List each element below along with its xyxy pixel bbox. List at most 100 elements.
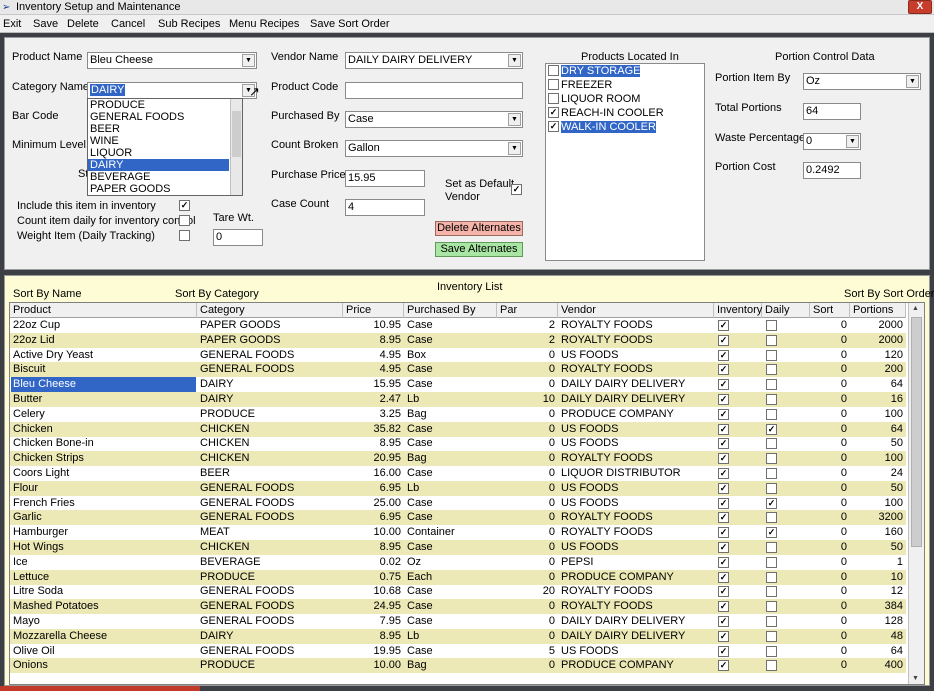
inventory-checkbox[interactable]: ✓ [718,379,729,391]
category-option[interactable]: BEVERAGE [88,171,229,183]
daily-checkbox[interactable] [766,616,777,627]
inventory-grid[interactable]: Product Category Price Purchased By Par Vendo… [9,302,925,685]
default-vendor-checkbox[interactable]: ✓ [511,184,522,195]
waste-percentage-combo[interactable]: 0 ▼ [803,133,861,150]
locations-list[interactable]: DRY STORAGE FREEZER LIQUOR ROOM ✓ REACH-I… [545,63,705,261]
table-row[interactable]: Onions PRODUCE 10.00 Bag 0 PRODUCE COMPANY 0 40… [10,658,906,674]
daily-checkbox[interactable] [766,379,777,391]
weight-item-checkbox[interactable] [179,230,190,241]
location-item[interactable]: ✓ WALK-IN COOLER [546,120,701,134]
location-item[interactable]: DRY STORAGE [546,64,701,78]
category-option[interactable]: PRODUCE [88,99,229,111]
location-item[interactable]: ✓ REACH-IN COOLER [546,106,701,120]
chevron-down-icon[interactable]: ▼ [242,54,255,67]
column-header[interactable]: Purchased By [404,303,497,318]
chevron-down-icon[interactable]: ▼ [508,142,521,155]
chevron-down-icon[interactable]: ▼ [508,54,521,67]
table-row[interactable]: Bleu Cheese DAIRY 15.95 Case 0 DAILY DAIRY DE… [10,377,906,393]
grid-scrollbar[interactable]: ▲ ▼ [908,303,924,684]
category-name-combo[interactable]: DAIRY ▼ [87,82,257,99]
inventory-checkbox[interactable]: ✓ [718,482,729,494]
count-daily-checkbox[interactable] [179,215,190,226]
location-checkbox[interactable]: ✓ [548,107,559,118]
table-row[interactable]: 22oz Lid PAPER GOODS 8.95 Case 2 ROYALTY FOOD… [10,332,906,348]
chevron-down-icon[interactable]: ▼ [906,75,919,88]
close-button[interactable]: X [908,0,932,14]
portion-cost-field[interactable]: 0.2492 [803,162,861,179]
total-portions-field[interactable]: 64 [803,103,861,120]
column-header[interactable]: Category [197,303,343,318]
table-row[interactable]: Chicken Bone-in CHICKEN 8.95 Case 0 US FOODS 0… [10,436,906,451]
daily-checkbox[interactable] [766,453,777,465]
table-row[interactable]: Mayo GENERAL FOODS 7.95 Case 0 DAILY DAIRY DE… [10,614,906,629]
location-item[interactable]: LIQUOR ROOM [546,92,701,106]
category-option[interactable]: WINE [88,135,229,147]
menu-save[interactable]: Save [33,18,58,30]
daily-checkbox[interactable]: ✓ [766,527,777,539]
scroll-up-icon[interactable]: ▲ [912,305,919,312]
inventory-checkbox[interactable]: ✓ [718,586,729,598]
inventory-checkbox[interactable]: ✓ [718,660,729,672]
inventory-checkbox[interactable]: ✓ [718,438,729,450]
daily-checkbox[interactable] [766,645,777,657]
daily-checkbox[interactable] [766,334,777,346]
daily-checkbox[interactable] [766,408,777,420]
daily-checkbox[interactable] [766,394,777,405]
vendor-name-combo[interactable]: DAILY DAIRY DELIVERY ▼ [345,52,523,69]
scroll-down-icon[interactable]: ▼ [912,675,919,682]
table-row[interactable]: Hamburger MEAT 10.00 Container 0 ROYALTY FOOD… [10,525,906,540]
inventory-checkbox[interactable]: ✓ [718,616,729,627]
menu-sub-recipes[interactable]: Sub Recipes [158,18,220,30]
menu-menu-recipes[interactable]: Menu Recipes [229,18,299,30]
daily-checkbox[interactable] [766,542,777,553]
table-row[interactable]: 22oz Cup PAPER GOODS 10.95 Case 2 ROYALTY FOO… [10,318,906,333]
inventory-checkbox[interactable]: ✓ [718,512,729,524]
category-option[interactable]: BEER [88,123,229,135]
daily-checkbox[interactable] [766,364,777,376]
location-checkbox[interactable] [548,93,559,104]
table-row[interactable]: Mashed Potatoes GENERAL FOODS 24.95 Case 0 RO… [10,599,906,615]
table-row[interactable]: French Fries GENERAL FOODS 25.00 Case 0 US FO… [10,496,906,511]
table-row[interactable]: Chicken CHICKEN 35.82 Case 0 US FOODS 0 64 ✓ ✓ [10,421,906,437]
daily-checkbox[interactable]: ✓ [766,497,777,509]
chevron-down-icon[interactable]: ▼ [846,135,859,148]
table-row[interactable]: Lettuce PRODUCE 0.75 Each 0 PRODUCE COMPANY 0 1… [10,569,906,585]
table-row[interactable]: Coors Light BEER 16.00 Case 0 LIQUOR DISTRIBU… [10,466,906,481]
portion-item-by-combo[interactable]: Oz ▼ [803,73,921,90]
daily-checkbox[interactable] [766,512,777,524]
table-row[interactable]: Mozzarella Cheese DAIRY 8.95 Lb 0 DAILY DAIRY… [10,628,906,644]
inventory-checkbox[interactable]: ✓ [718,645,729,657]
product-name-combo[interactable]: Bleu Cheese ▼ [87,52,257,69]
daily-checkbox[interactable] [766,630,777,642]
sort-by-category-button[interactable]: Sort By Category [175,288,259,300]
daily-checkbox[interactable]: ✓ [766,423,777,435]
table-row[interactable]: Celery PRODUCE 3.25 Bag 0 PRODUCE COMPANY 0 100… [10,407,906,422]
sort-by-name-button[interactable]: Sort By Name [13,288,81,300]
column-header[interactable]: Sort [810,303,850,318]
menu-delete[interactable]: Delete [67,18,99,30]
daily-checkbox[interactable] [766,556,777,568]
column-header[interactable]: Par [497,303,558,318]
daily-checkbox[interactable] [766,601,777,613]
inventory-checkbox[interactable]: ✓ [718,571,729,583]
inventory-checkbox[interactable]: ✓ [718,542,729,553]
inventory-checkbox[interactable]: ✓ [718,349,729,361]
inventory-checkbox[interactable]: ✓ [718,453,729,465]
category-dropdown-list[interactable]: PRODUCE GENERAL FOODS BEER WINE LIQUOR D… [87,98,243,196]
inventory-checkbox[interactable]: ✓ [718,497,729,509]
inventory-checkbox[interactable]: ✓ [718,320,729,331]
column-header[interactable]: Vendor [558,303,714,318]
purchased-by-combo[interactable]: Case ▼ [345,111,523,128]
inventory-checkbox[interactable]: ✓ [718,408,729,420]
table-row[interactable]: Garlic GENERAL FOODS 6.95 Case 0 ROYALTY FOOD… [10,510,906,526]
table-row[interactable]: Butter DAIRY 2.47 Lb 10 DAILY DAIRY DELIVERY 0… [10,392,906,407]
table-row[interactable]: Chicken Strips CHICKEN 20.95 Bag 0 ROYALTY FO… [10,451,906,467]
inventory-checkbox[interactable]: ✓ [718,468,729,479]
table-row[interactable]: Flour GENERAL FOODS 6.95 Lb 0 US FOODS 0 50 ✓ [10,480,906,496]
chevron-down-icon[interactable]: ▼ [508,113,521,126]
purchase-price-field[interactable]: 15.95 [345,170,425,187]
menu-exit[interactable]: Exit [3,18,21,30]
location-checkbox[interactable]: ✓ [548,121,559,132]
dropdown-scrollbar[interactable] [230,99,242,195]
daily-checkbox[interactable] [766,349,777,361]
